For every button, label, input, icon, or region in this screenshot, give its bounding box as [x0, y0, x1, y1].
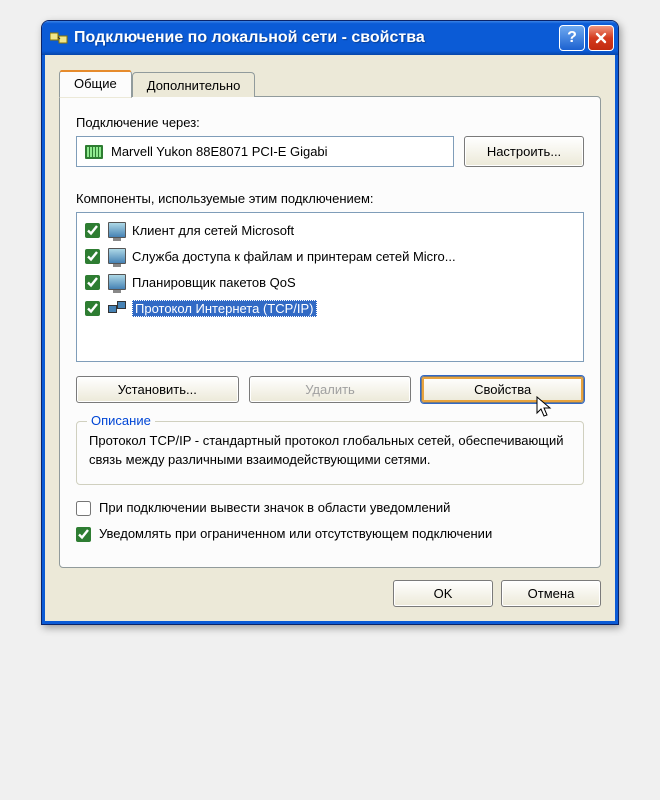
- service-icon: [108, 247, 126, 265]
- component-label: Протокол Интернета (TCP/IP): [132, 300, 317, 317]
- protocol-icon: [108, 299, 126, 317]
- tab-panel-general: Подключение через: Marvell Yukon 88E8071…: [59, 96, 601, 568]
- show-icon-checkbox[interactable]: [76, 501, 91, 516]
- tab-general[interactable]: Общие: [59, 70, 132, 98]
- component-checkbox[interactable]: [85, 249, 100, 264]
- qos-icon: [108, 273, 126, 291]
- window-title: Подключение по локальной сети - свойства: [74, 29, 559, 47]
- tab-advanced[interactable]: Дополнительно: [132, 72, 256, 97]
- properties-button[interactable]: Свойства: [421, 376, 584, 403]
- component-label: Планировщик пакетов QoS: [132, 275, 296, 290]
- component-checkbox[interactable]: [85, 223, 100, 238]
- components-list[interactable]: Клиент для сетей Microsoft Служба доступ…: [76, 212, 584, 362]
- list-item[interactable]: Планировщик пакетов QoS: [77, 269, 583, 295]
- close-button[interactable]: [588, 25, 614, 51]
- configure-button[interactable]: Настроить...: [464, 136, 584, 167]
- connect-using-label: Подключение через:: [76, 115, 584, 130]
- dialog-buttons: OK Отмена: [59, 568, 601, 607]
- component-checkbox[interactable]: [85, 275, 100, 290]
- list-item[interactable]: Протокол Интернета (TCP/IP): [77, 295, 583, 321]
- component-label: Клиент для сетей Microsoft: [132, 223, 294, 238]
- titlebar-buttons: ?: [559, 25, 614, 51]
- show-icon-label: При подключении вывести значок в области…: [99, 499, 450, 517]
- description-group: Описание Протокол TCP/IP - стандартный п…: [76, 421, 584, 485]
- cancel-button[interactable]: Отмена: [501, 580, 601, 607]
- notify-limited-label: Уведомлять при ограниченном или отсутств…: [99, 525, 492, 543]
- component-checkbox[interactable]: [85, 301, 100, 316]
- tabs-bar: Общие Дополнительно: [59, 69, 601, 97]
- description-text: Протокол TCP/IP - стандартный протокол г…: [89, 432, 571, 470]
- show-icon-row[interactable]: При подключении вывести значок в области…: [76, 499, 584, 517]
- connection-icon: [50, 29, 68, 47]
- description-title: Описание: [87, 413, 155, 428]
- list-item[interactable]: Служба доступа к файлам и принтерам сете…: [77, 243, 583, 269]
- notify-limited-row[interactable]: Уведомлять при ограниченном или отсутств…: [76, 525, 584, 543]
- ok-button[interactable]: OK: [393, 580, 493, 607]
- client-icon: [108, 221, 126, 239]
- notify-limited-checkbox[interactable]: [76, 527, 91, 542]
- properties-dialog: Подключение по локальной сети - свойства…: [41, 20, 619, 625]
- help-button[interactable]: ?: [559, 25, 585, 51]
- dialog-body: Общие Дополнительно Подключение через: M…: [42, 55, 618, 624]
- titlebar[interactable]: Подключение по локальной сети - свойства…: [42, 21, 618, 55]
- adapter-field[interactable]: Marvell Yukon 88E8071 PCI-E Gigabi: [76, 136, 454, 167]
- nic-icon: [85, 145, 103, 159]
- component-label: Служба доступа к файлам и принтерам сете…: [132, 249, 456, 264]
- remove-button: Удалить: [249, 376, 412, 403]
- install-button[interactable]: Установить...: [76, 376, 239, 403]
- adapter-name: Marvell Yukon 88E8071 PCI-E Gigabi: [111, 144, 328, 159]
- list-item[interactable]: Клиент для сетей Microsoft: [77, 217, 583, 243]
- components-label: Компоненты, используемые этим подключени…: [76, 191, 584, 206]
